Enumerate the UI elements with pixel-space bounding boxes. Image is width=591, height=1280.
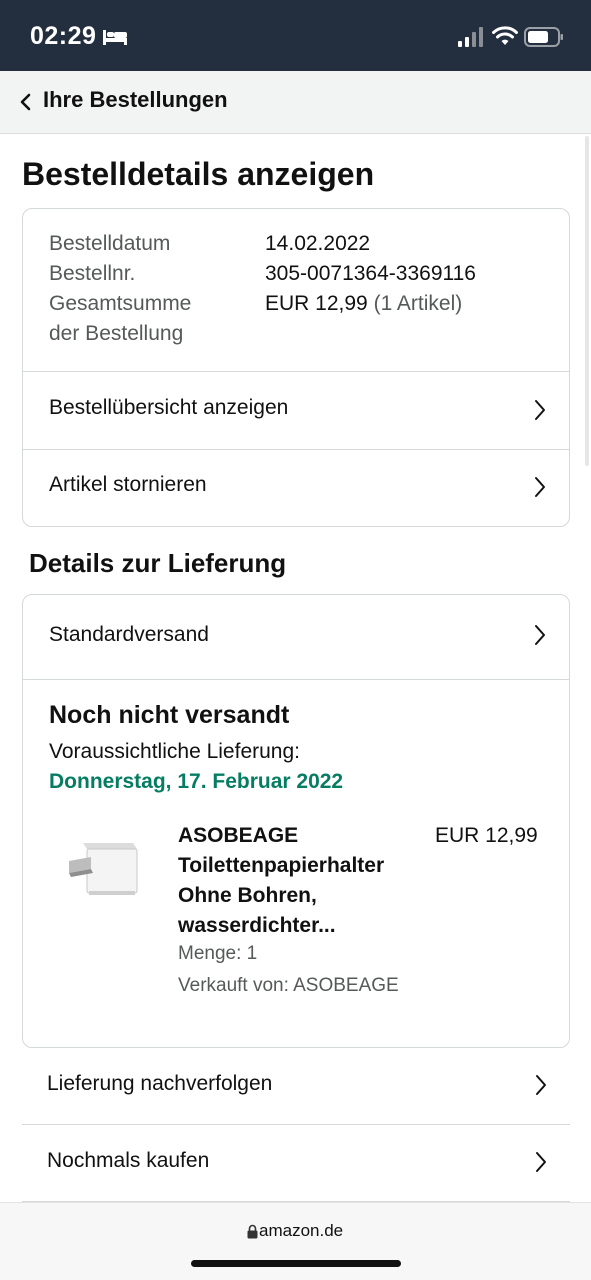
- status-bar: 02:29: [0, 0, 591, 71]
- chevron-right-icon: [535, 477, 545, 497]
- browser-address-bar[interactable]: amazon.de: [0, 1202, 591, 1280]
- cancel-items-label: Artikel stornieren: [49, 473, 207, 496]
- scrollbar[interactable]: [585, 136, 589, 466]
- order-total-label-line2: der Bestellung: [49, 322, 184, 345]
- chevron-right-icon: [536, 1075, 546, 1095]
- shipment-status: Noch nicht versandt: [49, 701, 290, 729]
- order-total-items: (1 Artikel): [373, 292, 463, 315]
- order-total-value: EUR 12,99 (1 Artikel): [265, 289, 462, 319]
- back-chevron-icon[interactable]: [18, 91, 32, 113]
- shipping-method-row[interactable]: Standardversand: [23, 595, 569, 679]
- signal-icon: [458, 27, 483, 47]
- product-title[interactable]: ASOBEAGE Toilettenpapierhalter Ohne Bohr…: [178, 821, 418, 941]
- order-total-amount: EUR 12,99: [265, 292, 368, 315]
- home-indicator[interactable]: [191, 1260, 401, 1267]
- track-delivery-row[interactable]: Lieferung nachverfolgen: [22, 1048, 570, 1125]
- product-image[interactable]: [63, 835, 143, 905]
- expected-delivery-date: Donnerstag, 17. Februar 2022: [49, 770, 344, 793]
- wifi-icon: [492, 26, 518, 45]
- bed-icon: [103, 30, 127, 45]
- status-time: 02:29: [30, 22, 97, 50]
- chevron-right-icon: [535, 400, 545, 420]
- buy-again-row[interactable]: Nochmals kaufen: [22, 1125, 570, 1202]
- order-summary-card: Bestelldatum 14.02.2022 Bestellnr. 305-0…: [22, 208, 570, 527]
- product-price: EUR 12,99: [435, 824, 538, 847]
- order-number-label: Bestellnr.: [49, 262, 136, 285]
- chevron-right-icon: [536, 1152, 546, 1172]
- cancel-items-row[interactable]: Artikel stornieren: [23, 450, 569, 527]
- order-date-label: Bestelldatum: [49, 232, 171, 255]
- view-order-summary-row[interactable]: Bestellübersicht anzeigen: [23, 372, 569, 449]
- order-total-label-line1: Gesamtsumme: [49, 292, 192, 315]
- view-order-summary-label: Bestellübersicht anzeigen: [49, 396, 289, 419]
- page-title: Bestelldetails anzeigen: [22, 156, 375, 192]
- chevron-right-icon: [535, 625, 545, 645]
- delivery-section-title: Details zur Lieferung: [29, 548, 287, 578]
- shipping-method-label: Standardversand: [49, 623, 209, 646]
- divider: [23, 679, 569, 680]
- product-quantity: Menge: 1: [178, 943, 258, 964]
- track-delivery-label: Lieferung nachverfolgen: [47, 1072, 273, 1095]
- order-date-value: 14.02.2022: [265, 232, 371, 255]
- lock-icon: [247, 1224, 258, 1239]
- delivery-card: Standardversand Noch nicht versandt Vora…: [22, 594, 570, 1048]
- order-number-value: 305-0071364-3369116: [265, 262, 476, 285]
- expected-delivery-label: Voraussichtliche Lieferung:: [49, 740, 300, 763]
- product-seller: Verkauft von: ASOBEAGE: [178, 975, 399, 996]
- back-link-orders[interactable]: Ihre Bestellungen: [43, 87, 228, 113]
- buy-again-label: Nochmals kaufen: [47, 1149, 210, 1172]
- url-text[interactable]: amazon.de: [259, 1221, 343, 1241]
- battery-icon: [524, 27, 563, 47]
- nav-bar: Ihre Bestellungen: [0, 71, 591, 134]
